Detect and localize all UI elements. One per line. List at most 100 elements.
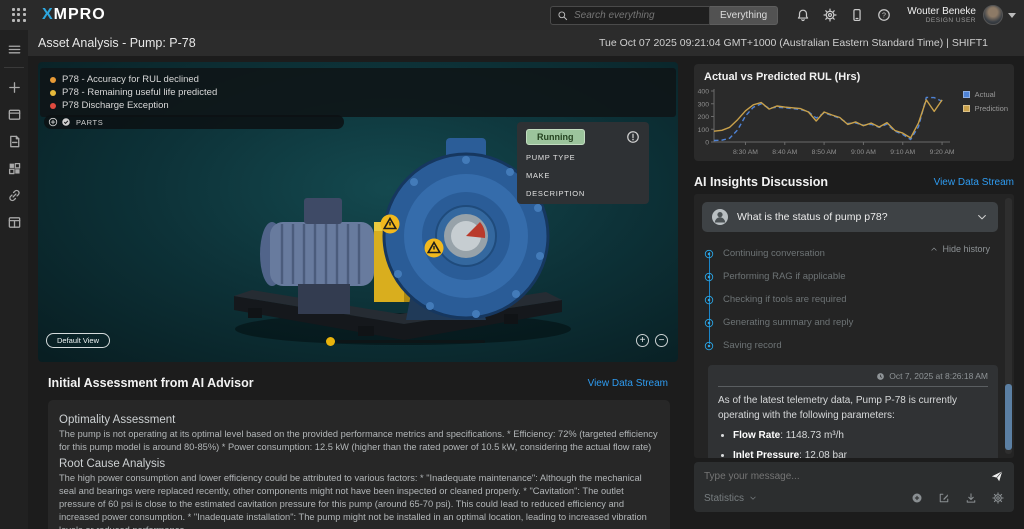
sidebar-table-icon[interactable] bbox=[7, 215, 22, 230]
step-label: Checking if tools are required bbox=[723, 294, 847, 305]
send-icon[interactable] bbox=[990, 469, 1004, 483]
slider-track[interactable] bbox=[337, 340, 485, 343]
chat-scrollbar-thumb[interactable] bbox=[1005, 384, 1012, 450]
search-box[interactable] bbox=[550, 6, 710, 25]
telemetry-param: Inlet Pressure: 12.08 bar bbox=[733, 450, 988, 458]
agent-step: Continuing conversation bbox=[704, 242, 1014, 265]
user-question-bubble[interactable]: What is the status of pump p78? bbox=[702, 202, 998, 232]
xmpro-logo: XMPRO bbox=[42, 6, 106, 24]
pump-info-panel: Running PUMP TYPEMAKEDESCRIPTION bbox=[517, 122, 649, 204]
settings-icon[interactable] bbox=[992, 492, 1004, 504]
avatar[interactable] bbox=[983, 5, 1003, 25]
info-field-label: DESCRIPTION bbox=[526, 189, 640, 198]
expand-parts-icon[interactable] bbox=[48, 117, 58, 127]
ai-view-data-stream-link[interactable]: View Data Stream bbox=[934, 177, 1014, 188]
agent-step: Performing RAG if applicable bbox=[704, 265, 1014, 288]
reply-timestamp: Oct 7, 2025 at 8:26:18 AM bbox=[889, 371, 988, 381]
ai-insights-title: AI Insights Discussion bbox=[694, 175, 828, 189]
reply-intro: As of the latest telemetry data, Pump P-… bbox=[718, 393, 988, 423]
svg-text:8:40 AM: 8:40 AM bbox=[772, 149, 797, 156]
help-icon[interactable]: ? bbox=[877, 8, 891, 22]
sidebar-menu-icon[interactable] bbox=[7, 42, 22, 57]
alert-item[interactable]: P78 - Accuracy for RUL declined bbox=[50, 73, 666, 86]
svg-text:300: 300 bbox=[698, 101, 710, 108]
svg-text:200: 200 bbox=[698, 114, 710, 121]
search-icon bbox=[557, 10, 568, 21]
alert-item[interactable]: P78 Discharge Exception bbox=[50, 99, 666, 112]
alert-text: P78 - Accuracy for RUL declined bbox=[62, 74, 199, 85]
alert-item[interactable]: P78 - Remaining useful life predicted bbox=[50, 86, 666, 99]
agent-step: Saving record bbox=[704, 334, 1014, 357]
sidebar-window-icon[interactable] bbox=[7, 107, 22, 122]
agent-step-list: Continuing conversation Performing RAG if… bbox=[704, 242, 1014, 357]
chat-scrollbar[interactable] bbox=[1005, 198, 1012, 454]
asset-3d-viewer[interactable]: P78 - Accuracy for RUL declinedP78 - Rem… bbox=[38, 62, 678, 362]
add-circle-icon[interactable] bbox=[911, 492, 923, 504]
svg-text:9:00 AM: 9:00 AM bbox=[851, 149, 876, 156]
chart-title: Actual vs Predicted RUL (Hrs) bbox=[694, 64, 1014, 83]
rul-chart-card: Actual vs Predicted RUL (Hrs) 0100200300… bbox=[694, 64, 1014, 161]
legend-item-prediction[interactable]: Prediction bbox=[963, 104, 1008, 113]
app-grid-icon[interactable] bbox=[12, 8, 26, 22]
agent-step: Checking if tools are required bbox=[704, 288, 1014, 311]
section-body: The pump is not operating at its optimal… bbox=[59, 428, 659, 454]
step-label: Continuing conversation bbox=[723, 248, 825, 259]
search-scope-button[interactable]: Everything bbox=[710, 6, 778, 25]
svg-text:400: 400 bbox=[698, 89, 710, 96]
search-input[interactable] bbox=[574, 10, 694, 21]
telemetry-param: Flow Rate: 1148.73 m³/h bbox=[733, 430, 988, 441]
download-icon[interactable] bbox=[965, 492, 977, 504]
top-bar: XMPRO Everything ? Wouter Beneke DESIGN … bbox=[0, 0, 1024, 30]
parts-checkbox-icon[interactable] bbox=[61, 117, 71, 127]
sidebar-page-icon[interactable] bbox=[7, 134, 22, 149]
status-badge: Running bbox=[526, 129, 585, 145]
bell-icon[interactable] bbox=[796, 8, 810, 22]
parts-label: PARTS bbox=[76, 118, 103, 127]
alert-severity-dot bbox=[50, 103, 56, 109]
sidebar-blocks-icon[interactable] bbox=[7, 161, 22, 176]
alert-text: P78 Discharge Exception bbox=[62, 100, 169, 111]
page-title: Asset Analysis - Pump: P-78 bbox=[38, 36, 196, 50]
chevron-down-icon bbox=[749, 494, 757, 502]
assessment-view-data-stream-link[interactable]: View Data Stream bbox=[588, 378, 668, 389]
zoom-in-button[interactable]: + bbox=[636, 334, 649, 347]
chart-legend: Actual Prediction bbox=[963, 90, 1008, 118]
mobile-icon[interactable] bbox=[850, 8, 864, 22]
legend-label: Actual bbox=[975, 90, 996, 99]
step-status-icon bbox=[704, 318, 714, 328]
sidebar-link-icon[interactable] bbox=[7, 188, 22, 203]
info-icon[interactable] bbox=[626, 130, 640, 144]
step-label: Generating summary and reply bbox=[723, 317, 853, 328]
legend-swatch bbox=[963, 105, 970, 112]
step-status-icon bbox=[704, 272, 714, 282]
svg-text:9:20 AM: 9:20 AM bbox=[930, 149, 955, 156]
message-input[interactable] bbox=[704, 471, 990, 482]
svg-text:?: ? bbox=[882, 13, 886, 20]
chevron-down-icon[interactable] bbox=[976, 211, 988, 223]
svg-text:8:30 AM: 8:30 AM bbox=[733, 149, 758, 156]
step-status-icon bbox=[704, 249, 714, 259]
statistics-dropdown[interactable]: Statistics bbox=[704, 493, 757, 504]
sidebar-plus-icon[interactable] bbox=[7, 80, 22, 95]
edit-icon[interactable] bbox=[938, 492, 950, 504]
pump-info-fields: PUMP TYPEMAKEDESCRIPTION bbox=[526, 153, 640, 198]
info-field-label: PUMP TYPE bbox=[526, 153, 640, 162]
user-name: Wouter Beneke bbox=[907, 6, 976, 17]
gear-icon[interactable] bbox=[823, 8, 837, 22]
default-view-button[interactable]: Default View bbox=[46, 333, 110, 348]
slider-knob[interactable] bbox=[326, 337, 335, 346]
timeline-slider[interactable] bbox=[326, 337, 485, 346]
alert-severity-dot bbox=[50, 90, 56, 96]
assessment-card: Optimality Assessment The pump is not op… bbox=[48, 400, 670, 529]
section-heading: Root Cause Analysis bbox=[59, 458, 659, 470]
legend-item-actual[interactable]: Actual bbox=[963, 90, 1008, 99]
zoom-out-button[interactable]: − bbox=[655, 334, 668, 347]
user-menu-caret-icon[interactable] bbox=[1008, 13, 1016, 18]
assessment-title: Initial Assessment from AI Advisor bbox=[48, 376, 254, 390]
user-role: DESIGN USER bbox=[907, 17, 976, 24]
datetime-label: Tue Oct 07 2025 09:21:04 GMT+1000 (Austr… bbox=[599, 37, 988, 49]
parts-toggle-bar: PARTS bbox=[44, 115, 344, 129]
alert-severity-dot bbox=[50, 77, 56, 83]
svg-text:100: 100 bbox=[698, 127, 710, 134]
ai-reply-card: Oct 7, 2025 at 8:26:18 AM As of the late… bbox=[708, 365, 998, 458]
